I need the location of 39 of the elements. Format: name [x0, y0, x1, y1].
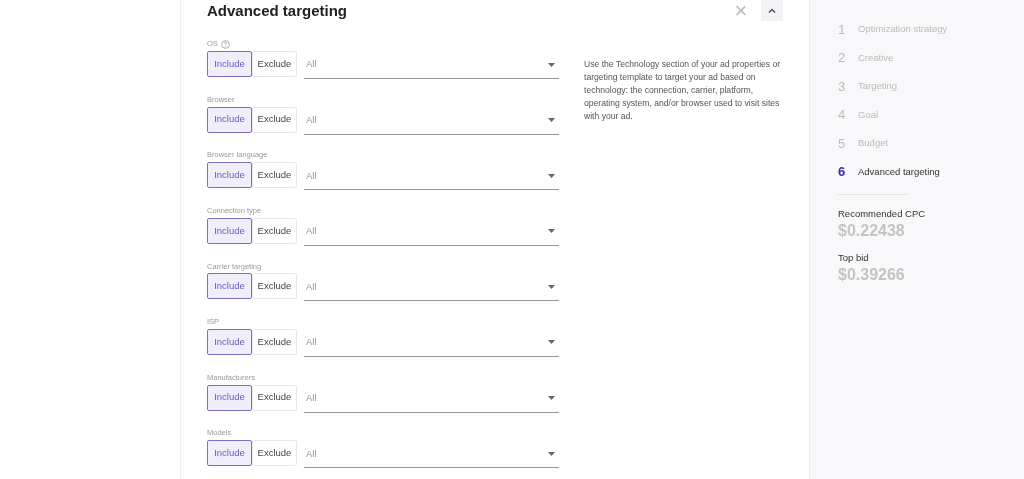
exclude-toggle[interactable]: Exclude [252, 162, 297, 189]
include-toggle[interactable]: Include [207, 273, 252, 300]
dropdown-caret-icon [548, 173, 555, 178]
include-toggle[interactable]: Include [207, 328, 252, 355]
select-field[interactable]: All [304, 440, 559, 469]
select-field[interactable]: All [304, 384, 559, 413]
dropdown-caret-icon [548, 118, 555, 123]
stat-label: Top bid [838, 252, 870, 264]
exclude-toggle[interactable]: Exclude [252, 328, 297, 355]
include-toggle[interactable]: Include [207, 106, 252, 133]
dropdown-caret-icon [548, 340, 555, 345]
include-toggle[interactable]: Include [207, 217, 252, 244]
select-field[interactable]: All [304, 162, 559, 191]
exclude-toggle[interactable]: Exclude [252, 217, 297, 244]
select-field[interactable]: All [304, 217, 559, 246]
exclude-toggle[interactable]: Exclude [252, 51, 297, 77]
include-toggle[interactable]: Include [207, 440, 252, 467]
panel-title: Advanced targeting [207, 3, 348, 18]
exclude-toggle[interactable]: Exclude [252, 273, 297, 300]
select-field[interactable]: All [304, 273, 559, 302]
include-toggle[interactable]: Include [207, 51, 252, 77]
dropdown-caret-icon [548, 396, 555, 401]
dropdown-caret-icon [548, 229, 555, 234]
description-text: Use the Technology section of your ad properties or targeting template to target your ad based on technology: the connection, carrier, platform, operating system, and/or browser used to visit sites with your ad. [584, 58, 782, 123]
include-toggle[interactable]: Include [207, 384, 252, 411]
include-toggle[interactable]: Include [207, 162, 252, 189]
select-field[interactable]: All [304, 328, 559, 357]
step-item[interactable]: 6 Advanced targeting [838, 163, 1024, 180]
select-field[interactable]: All [304, 106, 559, 135]
exclude-toggle[interactable]: Exclude [252, 384, 297, 411]
select-field[interactable]: All [304, 51, 559, 79]
exclude-toggle[interactable]: Exclude [252, 106, 297, 133]
chevron-up-icon [768, 8, 776, 13]
dropdown-caret-icon [548, 62, 555, 67]
dropdown-caret-icon [548, 284, 555, 289]
collapse-button[interactable] [761, 0, 783, 21]
exclude-toggle[interactable]: Exclude [252, 440, 297, 467]
stat-label: Recommended CPC [838, 208, 927, 220]
dropdown-caret-icon [548, 451, 555, 456]
